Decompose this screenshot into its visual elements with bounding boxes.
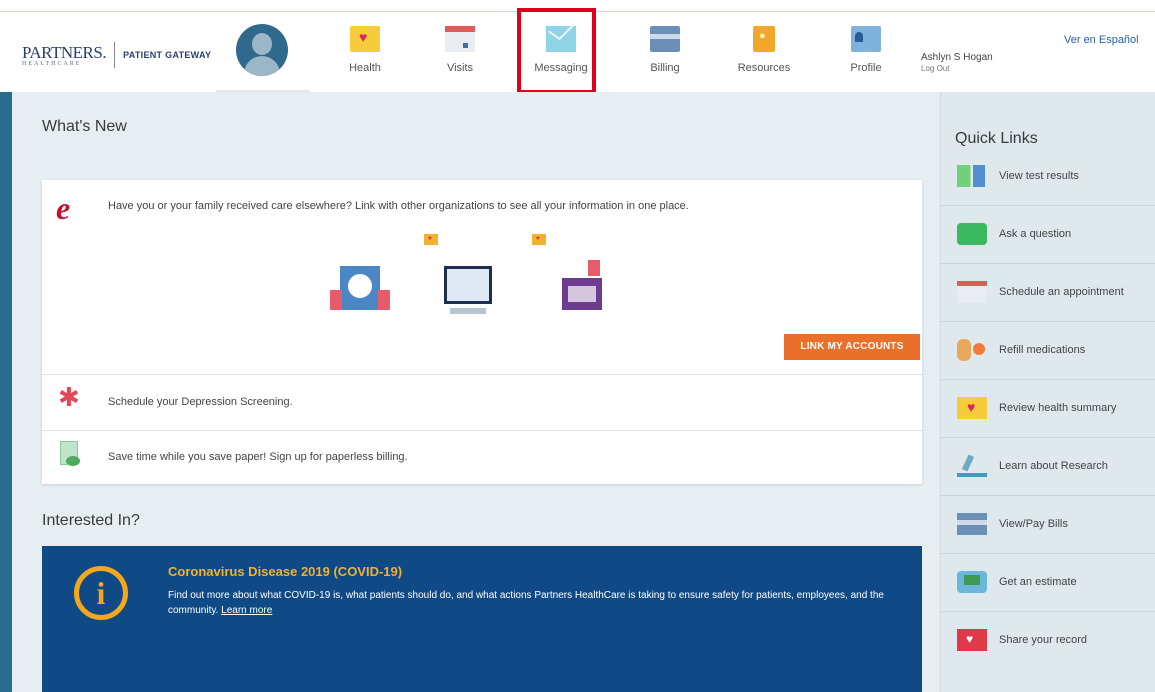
whats-new-title: What's New [42, 118, 127, 135]
avatar-body [244, 56, 280, 76]
quick-link-ask-a-question[interactable]: Ask a question [941, 206, 1155, 264]
logo-name: PARTNERS. [22, 42, 107, 62]
nav-label: Profile [850, 62, 882, 74]
credit-card-icon [650, 26, 680, 52]
quick-links-title: Quick Links [955, 130, 1038, 147]
nav-label: Visits [446, 62, 474, 74]
quick-link-view-pay-bills[interactable]: View/Pay Bills [941, 496, 1155, 554]
estimate-icon [957, 571, 987, 593]
left-accent-bar [0, 92, 12, 692]
link-my-accounts-button[interactable]: LINK MY ACCOUNTS [784, 334, 920, 360]
quick-link-schedule-appointment[interactable]: Schedule an appointment [941, 264, 1155, 322]
id-card-icon [851, 26, 881, 52]
e-care-logo-icon: e [56, 190, 71, 226]
covid-body: Find out more about what COVID-19 is, wh… [168, 588, 908, 618]
logo-wordmark: PARTNERS. HEALTHCARE [22, 42, 107, 67]
quick-link-learn-about-research[interactable]: Learn about Research [941, 438, 1155, 496]
quick-link-label: Share your record [999, 634, 1088, 646]
messaging-highlight-box [517, 8, 596, 94]
whats-new-card: e Have you or your family received care … [42, 180, 922, 484]
interested-in-title: Interested In? [42, 512, 140, 529]
test-results-icon [957, 165, 987, 187]
quick-link-label: Get an estimate [999, 576, 1077, 588]
computer-icon [444, 266, 492, 304]
logo-product: PATIENT GATEWAY [123, 50, 212, 60]
logo-separator [114, 42, 116, 68]
calendar-icon [445, 26, 475, 52]
health-heart-icon [350, 26, 380, 52]
quick-link-label: Schedule an appointment [999, 286, 1124, 298]
health-heart-icon [957, 397, 987, 419]
quick-link-label: Review health summary [999, 402, 1117, 414]
info-icon: i [74, 566, 128, 620]
calendar-icon [957, 281, 987, 303]
list-item[interactable]: ✱ Schedule your Depression Screening. [42, 374, 922, 430]
chat-bubble-icon [957, 223, 987, 245]
language-link[interactable]: Ver en Español [1064, 34, 1139, 46]
quick-links-panel: Quick Links View test results Ask a ques… [940, 92, 1155, 692]
quick-link-label: Ask a question [999, 228, 1072, 240]
paperless-bill-icon [60, 441, 80, 466]
avatar-head [252, 33, 272, 55]
row-text: Schedule your Depression Screening. [108, 396, 293, 408]
user-block: Ashlyn S Hogan Log Out [921, 52, 993, 73]
main-content: What's New e Have you or your family rec… [12, 92, 940, 692]
quick-link-review-health-summary[interactable]: Review health summary [941, 380, 1155, 438]
pill-icon [957, 339, 985, 361]
book-icon [753, 26, 775, 52]
list-item[interactable]: Save time while you save paper! Sign up … [42, 430, 922, 484]
share-record-icon [957, 629, 987, 651]
medical-star-icon: ✱ [58, 382, 80, 412]
learn-more-link[interactable]: Learn more [221, 605, 272, 616]
microscope-icon [957, 455, 987, 477]
nav-profile[interactable]: Profile [826, 22, 906, 74]
row-text: Save time while you save paper! Sign up … [108, 451, 408, 463]
partners-logo[interactable]: PARTNERS. HEALTHCARE PATIENT GATEWAY [22, 42, 211, 68]
folder-icon [532, 234, 546, 245]
clinic-icon [548, 260, 612, 312]
covid-body-text: Find out more about what COVID-19 is, wh… [168, 590, 884, 616]
nav-health[interactable]: Health [325, 22, 405, 74]
user-name: Ashlyn S Hogan [921, 52, 993, 63]
quick-link-label: View/Pay Bills [999, 518, 1068, 530]
covid-banner: i Coronavirus Disease 2019 (COVID-19) Fi… [42, 546, 922, 692]
link-accounts-text: Have you or your family received care el… [108, 200, 689, 212]
quick-link-get-an-estimate[interactable]: Get an estimate [941, 554, 1155, 612]
nav-billing[interactable]: Billing [625, 22, 705, 74]
logout-link[interactable]: Log Out [921, 64, 993, 73]
quick-link-label: Refill medications [999, 344, 1086, 356]
credit-card-icon [957, 513, 987, 535]
nav-visits[interactable]: Visits [420, 22, 500, 74]
avatar[interactable] [236, 24, 288, 76]
quick-link-refill-medications[interactable]: Refill medications [941, 322, 1155, 380]
quick-link-label: Learn about Research [999, 460, 1108, 472]
folder-icon [424, 234, 438, 245]
nav-label: Resources [737, 62, 791, 74]
quick-link-label: View test results [999, 170, 1079, 182]
quick-link-view-test-results[interactable]: View test results [941, 148, 1155, 206]
nav-label: Health [349, 62, 381, 74]
nav-resources[interactable]: Resources [724, 22, 804, 74]
quick-link-share-your-record[interactable]: Share your record [941, 612, 1155, 670]
nav-label: Billing [650, 62, 680, 74]
hospital-icon [328, 260, 392, 312]
linked-care-illustration [322, 220, 642, 320]
covid-title[interactable]: Coronavirus Disease 2019 (COVID-19) [168, 564, 402, 579]
